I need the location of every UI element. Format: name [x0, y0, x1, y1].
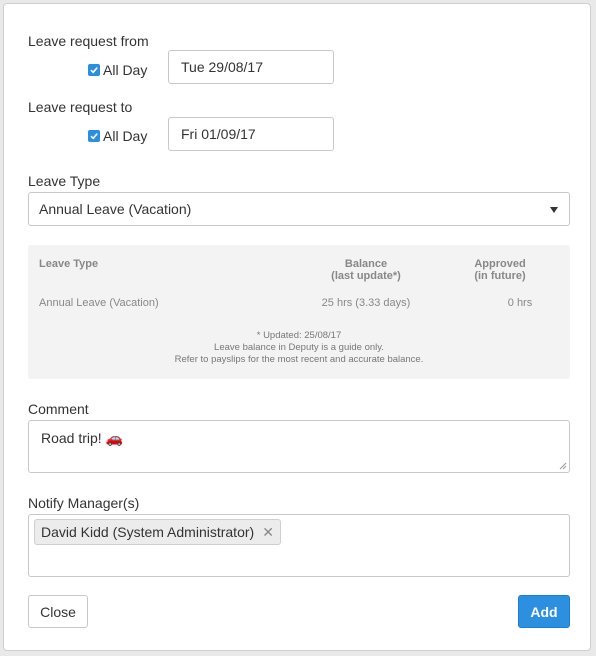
balance-col-approved-line2: (in future)	[474, 270, 526, 282]
balance-note-guide: Leave balance in Deputy is a guide only.	[214, 342, 384, 353]
leave-type-select[interactable]: Annual Leave (Vacation)	[28, 192, 570, 226]
leave-to-label: Leave request to	[28, 99, 133, 115]
balance-col-balance-line1: Balance	[344, 258, 388, 270]
manager-chip-label: David Kidd (System Administrator)	[41, 524, 255, 540]
leave-type-selected-value: Annual Leave (Vacation)	[39, 201, 192, 217]
resize-handle-icon[interactable]	[559, 462, 567, 470]
comment-textarea[interactable]: Road trip! 🚗	[28, 420, 570, 473]
to-all-day-label: All Day	[103, 128, 148, 144]
notify-managers-input[interactable]: David Kidd (System Administrator) ✕	[28, 514, 570, 577]
close-button[interactable]: Close	[28, 595, 88, 628]
balance-row-approved: 0 hrs	[507, 297, 533, 309]
balance-note-updated: * Updated: 25/08/17	[256, 330, 342, 341]
balance-row-balance: 25 hrs (3.33 days)	[321, 297, 411, 309]
comment-text: Road trip! 🚗	[41, 430, 124, 446]
balance-note-payslips: Refer to payslips for the most recent an…	[174, 354, 424, 365]
balance-col-balance-line2: (last update*)	[331, 270, 401, 282]
balance-note: * Updated: 25/08/17 Leave balance in Dep…	[28, 330, 570, 366]
leave-from-label: Leave request from	[28, 33, 149, 49]
notify-managers-label: Notify Manager(s)	[28, 495, 140, 511]
leave-balance-panel: Leave Type Balance (last update*) Approv…	[28, 245, 570, 379]
manager-chip: David Kidd (System Administrator) ✕	[34, 519, 281, 545]
comment-label: Comment	[28, 401, 89, 417]
balance-col-approved: Approved (in future)	[460, 258, 540, 282]
leave-request-dialog: Leave request from All Day Tue 29/08/17 …	[3, 3, 591, 651]
caret-down-icon	[549, 201, 559, 217]
checkbox-checked-icon[interactable]	[88, 130, 100, 142]
from-all-day-checkbox[interactable]: All Day	[88, 62, 147, 78]
to-all-day-checkbox[interactable]: All Day	[88, 128, 147, 144]
leave-to-date-input[interactable]: Fri 01/09/17	[168, 117, 334, 151]
leave-type-label: Leave Type	[28, 173, 101, 189]
checkbox-checked-icon[interactable]	[88, 64, 100, 76]
remove-chip-icon[interactable]: ✕	[262, 524, 274, 541]
leave-from-date-input[interactable]: Tue 29/08/17	[168, 50, 334, 84]
balance-row-type: Annual Leave (Vacation)	[39, 297, 159, 309]
balance-col-balance: Balance (last update*)	[316, 258, 416, 282]
balance-col-leave-type: Leave Type	[39, 258, 99, 270]
from-all-day-label: All Day	[103, 62, 148, 78]
add-button[interactable]: Add	[518, 595, 570, 628]
balance-col-approved-line1: Approved	[474, 258, 526, 270]
